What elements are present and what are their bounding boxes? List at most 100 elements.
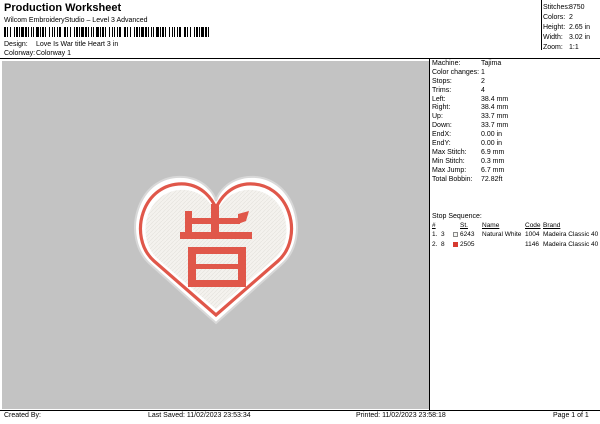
footer-page-number: Page 1 of 1 [553, 412, 589, 419]
detail-label: EndY: [432, 139, 451, 147]
software-name: Wilcom EmbroideryStudio – Level 3 Advanc… [4, 17, 148, 24]
footer-created-by: Created By: [4, 412, 41, 419]
design-label: Design: [4, 41, 28, 48]
detail-label: Up: [432, 113, 443, 121]
summary-block: Stitches: 8750 Colors: 2 Height: 2.65 in Wi… [543, 2, 599, 52]
summary-label: Zoom: [543, 43, 563, 51]
summary-value: 2.65 in [569, 23, 591, 31]
summary-row: Stitches: 8750 [543, 2, 599, 12]
col-header-brand: Brand [543, 222, 561, 229]
detail-label: Max Stitch: [432, 148, 467, 156]
detail-value: 6.9 mm [481, 148, 505, 156]
detail-row: Color changes: 1 [431, 68, 599, 77]
detail-value: 33.7 mm [481, 122, 509, 130]
detail-row: Min Stitch: 0.3 mm [431, 157, 599, 166]
detail-row: Up: 33.7 mm [431, 112, 599, 121]
detail-row: Max Stitch: 6.9 mm [431, 148, 599, 157]
footer-separator [0, 410, 600, 411]
summary-value: 1:1 [569, 43, 579, 51]
detail-row: Machine: Tajima [431, 59, 599, 68]
detail-label: Min Stitch: [432, 157, 465, 165]
summary-row: Width: 3.02 in [543, 32, 599, 42]
row-brand: Madeira Classic 40 [543, 230, 599, 238]
row-brand: Madeira Classic 40 [543, 240, 599, 248]
detail-value: 6.7 mm [481, 166, 505, 174]
row-index: 1. [432, 230, 438, 238]
detail-label: Down: [432, 122, 452, 130]
detail-label: Total Bobbin: [432, 175, 473, 183]
col-spacer [453, 222, 460, 229]
page-title: Production Worksheet [4, 2, 122, 14]
color-swatch [453, 241, 460, 247]
summary-label: Stitches: [543, 3, 570, 11]
colorway-value: Colorway 1 [36, 50, 72, 57]
detail-value: 1 [481, 68, 485, 76]
detail-label: Stops: [432, 77, 452, 85]
detail-row: Stops: 2 [431, 77, 599, 86]
col-header-number: # [432, 222, 436, 229]
colorway-row: Colorway: Colorway 1 [4, 50, 71, 57]
summary-label: Height: [543, 23, 566, 31]
detail-value: 2 [481, 77, 485, 85]
detail-value: 72.82ft [481, 175, 503, 183]
row-stitches: 6243 [460, 230, 475, 238]
summary-label: Width: [543, 33, 563, 41]
col-header-code: Code [525, 222, 541, 229]
summary-row: Zoom: 1:1 [543, 42, 599, 52]
table-row: 2. 8 2505 1146 Madeira Classic 40 [431, 240, 599, 248]
summary-row: Height: 2.65 in [543, 22, 599, 32]
detail-label: Trims: [432, 86, 452, 94]
detail-label: Machine: [432, 59, 461, 67]
detail-value: 0.3 mm [481, 157, 505, 165]
summary-divider [541, 0, 542, 50]
detail-value: 38.4 mm [481, 95, 509, 103]
summary-label: Colors: [543, 13, 566, 21]
row-code: 1004 [525, 230, 540, 238]
panel-divider [429, 58, 430, 411]
row-index: 2. [432, 240, 438, 248]
detail-value: 0.00 in [481, 131, 503, 139]
detail-label: EndX: [432, 131, 452, 139]
footer-printed: Printed: 11/02/2023 23:58:18 [356, 412, 446, 419]
row-code: 1146 [525, 240, 539, 248]
table-row: 1. 3 6243 Natural White 1004 Madeira Cla… [431, 230, 599, 238]
design-preview-canvas [2, 61, 429, 409]
col-header-stitches: St. [460, 222, 468, 229]
detail-label: Right: [432, 104, 451, 112]
detail-label: Max Jump: [432, 166, 467, 174]
stop-sequence-header: # St. Name Code Brand [431, 222, 599, 229]
row-stitches: 2505 [460, 240, 475, 248]
footer-last-saved: Last Saved: 11/02/2023 23:53:34 [148, 412, 251, 419]
detail-row: EndY: 0.00 in [431, 139, 599, 148]
detail-value: 0.00 in [481, 139, 503, 147]
detail-row: Trims: 4 [431, 86, 599, 95]
row-stop-number: 8 [441, 240, 445, 248]
stop-sequence-label: Stop Sequence: [432, 213, 482, 220]
detail-row: Max Jump: 6.7 mm [431, 166, 599, 175]
detail-value: Tajima [481, 59, 502, 67]
barcode [4, 27, 214, 37]
details-panel: Machine: Tajima Color changes: 1 Stops: 2 Trim… [431, 59, 599, 183]
design-row: Design: Love Is War title Heart 3 in [4, 41, 118, 48]
color-swatch [453, 231, 460, 237]
col-spacer [441, 222, 453, 229]
detail-value: 33.7 mm [481, 113, 509, 121]
detail-value: 4 [481, 86, 485, 94]
detail-value: 38.4 mm [481, 104, 509, 112]
detail-label: Left: [432, 95, 446, 103]
detail-label: Color changes: [432, 68, 480, 76]
colorway-label: Colorway: [4, 50, 36, 57]
detail-row: Total Bobbin: 72.82ft [431, 175, 599, 184]
detail-row: EndX: 0.00 in [431, 130, 599, 139]
row-stop-number: 3 [441, 230, 445, 238]
embroidery-heart-design [134, 175, 298, 325]
detail-row: Right: 38.4 mm [431, 103, 599, 112]
row-thread-name: Natural White [482, 230, 522, 238]
summary-row: Colors: 2 [543, 12, 599, 22]
col-header-name: Name [482, 222, 500, 229]
summary-value: 2 [569, 13, 573, 21]
detail-row: Left: 38.4 mm [431, 95, 599, 104]
summary-value: 8750 [569, 3, 585, 11]
design-value: Love Is War title Heart 3 in [36, 41, 119, 48]
detail-row: Down: 33.7 mm [431, 121, 599, 130]
